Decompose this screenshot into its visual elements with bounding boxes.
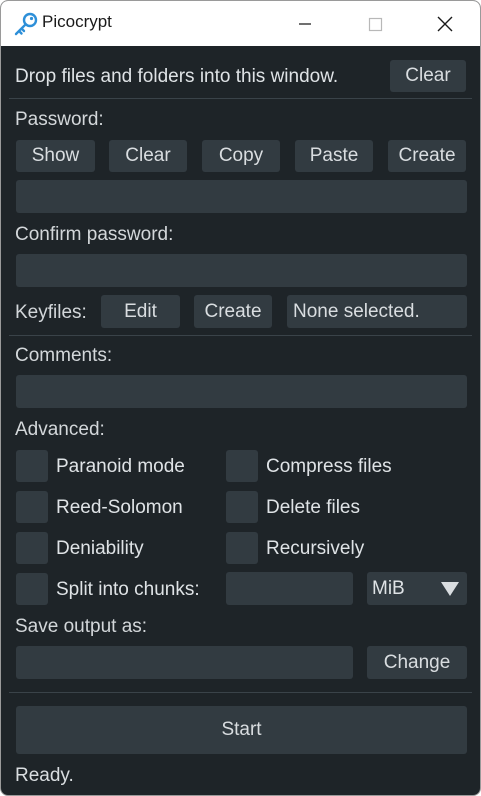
delete-files-checkbox[interactable] [226, 491, 258, 523]
output-path-input[interactable] [16, 646, 353, 679]
chunk-size-input[interactable] [226, 572, 353, 605]
paranoid-mode-label: Paranoid mode [56, 456, 185, 477]
comments-label: Comments: [15, 345, 113, 366]
deniability-label: Deniability [56, 538, 144, 559]
advanced-label: Advanced: [15, 419, 105, 440]
split-chunks-label: Split into chunks: [56, 579, 200, 600]
chunk-unit-dropdown[interactable]: MiB [367, 572, 467, 605]
copy-password-button[interactable]: Copy [202, 140, 280, 172]
recursively-checkbox[interactable] [226, 532, 258, 564]
start-button[interactable]: Start [16, 706, 467, 754]
minimize-button[interactable] [270, 1, 340, 46]
keyfiles-label: Keyfiles: [15, 302, 87, 323]
dropdown-arrow-icon [441, 582, 459, 596]
delete-files-label: Delete files [266, 497, 360, 518]
compress-files-label: Compress files [266, 456, 392, 477]
reed-solomon-label: Reed-Solomon [56, 497, 183, 518]
status-text: Ready. [15, 765, 74, 786]
create-password-button[interactable]: Create [388, 140, 466, 172]
close-icon [437, 16, 453, 31]
keyfiles-status: None selected. [287, 295, 467, 328]
main-panel: Drop files and folders into this window.… [1, 46, 480, 795]
show-password-button[interactable]: Show [16, 140, 95, 172]
password-label: Password: [15, 109, 104, 130]
divider [9, 335, 472, 336]
save-output-label: Save output as: [15, 616, 148, 637]
edit-keyfiles-button[interactable]: Edit [101, 295, 180, 328]
paste-password-button[interactable]: Paste [295, 140, 373, 172]
divider [9, 692, 472, 693]
password-input[interactable] [16, 180, 467, 213]
chunk-unit-value: MiB [372, 578, 405, 599]
create-keyfile-button[interactable]: Create [194, 295, 272, 328]
app-window: Picocrypt Drop files and folders into th… [0, 0, 481, 796]
maximize-button[interactable] [340, 1, 410, 46]
recursively-label: Recursively [266, 538, 365, 559]
drop-message: Drop files and folders into this window. [15, 66, 339, 87]
divider [9, 98, 472, 99]
confirm-password-input[interactable] [16, 254, 467, 287]
clear-files-button[interactable]: Clear [390, 60, 466, 92]
split-chunks-checkbox[interactable] [16, 573, 48, 605]
key-icon [14, 12, 38, 36]
compress-files-checkbox[interactable] [226, 450, 258, 482]
reed-solomon-checkbox[interactable] [16, 491, 48, 523]
confirm-password-label: Confirm password: [15, 224, 174, 245]
comments-input[interactable] [16, 375, 467, 408]
deniability-checkbox[interactable] [16, 532, 48, 564]
window-title: Picocrypt [42, 12, 112, 31]
title-bar: Picocrypt [1, 1, 480, 46]
change-output-button[interactable]: Change [367, 646, 467, 679]
maximize-icon [368, 17, 383, 31]
minimize-icon [299, 22, 311, 25]
clear-password-button[interactable]: Clear [109, 140, 187, 172]
paranoid-mode-checkbox[interactable] [16, 450, 48, 482]
close-button[interactable] [410, 1, 480, 46]
